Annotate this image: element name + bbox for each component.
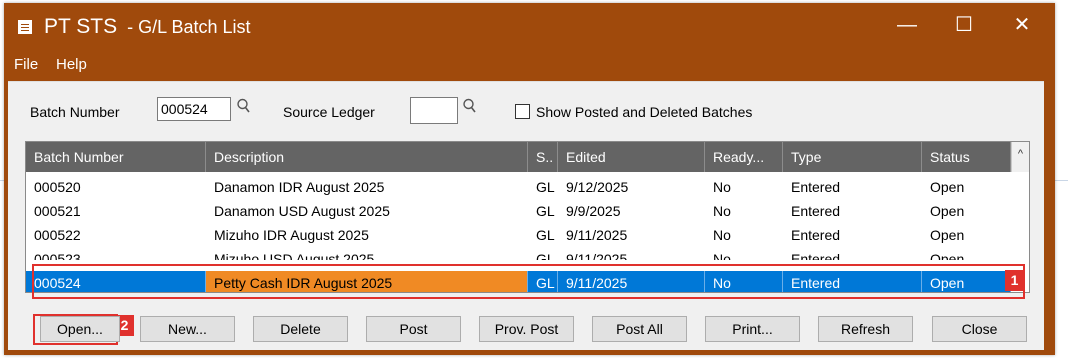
- close-button[interactable]: Close: [932, 316, 1027, 342]
- selected-row-highlight: [32, 264, 1025, 299]
- cell-status: Open: [930, 227, 965, 243]
- column-type[interactable]: Type: [783, 142, 922, 172]
- menu-help[interactable]: Help: [56, 56, 87, 73]
- column-description[interactable]: Description: [206, 142, 528, 172]
- title-bar[interactable]: PT STS - G/L Batch List — ☐ ✕: [4, 3, 1055, 47]
- cell-type: Entered: [791, 227, 841, 243]
- cell-batch-number: 000522: [34, 227, 81, 243]
- annotation-badge-1: 1: [1005, 270, 1024, 291]
- column-batch-number[interactable]: Batch Number: [26, 142, 206, 172]
- batch-number-finder-icon[interactable]: [236, 97, 252, 115]
- cell-description: Mizuho USD August 2025: [214, 251, 375, 260]
- open-button[interactable]: Open...: [40, 316, 120, 342]
- cell-edited: 9/11/2025: [566, 227, 628, 243]
- cell-ready: No: [713, 227, 731, 243]
- column-source[interactable]: S..: [528, 142, 558, 172]
- cell-description: Danamon USD August 2025: [214, 203, 390, 219]
- cell-status: Open: [930, 203, 965, 219]
- cell-type: Entered: [791, 179, 841, 195]
- cell-status: Open: [930, 179, 965, 195]
- new-button[interactable]: New...: [140, 316, 235, 342]
- cell-description: Danamon IDR August 2025: [214, 179, 385, 195]
- print-button[interactable]: Print...: [705, 316, 800, 342]
- maximize-icon[interactable]: ☐: [944, 11, 984, 39]
- close-window-icon[interactable]: ✕: [1002, 11, 1042, 39]
- cell-batch-number: 000523: [34, 251, 81, 260]
- menu-file[interactable]: File: [14, 56, 38, 73]
- cell-source: GL: [536, 179, 555, 195]
- column-edited[interactable]: Edited: [558, 142, 705, 172]
- source-ledger-field[interactable]: [410, 97, 458, 124]
- column-ready[interactable]: Ready...: [705, 142, 783, 172]
- cell-type: Entered: [791, 251, 841, 260]
- cell-source: GL: [536, 203, 555, 219]
- app-icon: [18, 20, 32, 34]
- cell-ready: No: [713, 179, 731, 195]
- cell-description: Mizuho IDR August 2025: [214, 227, 369, 243]
- cell-edited: 9/9/2025: [566, 203, 621, 219]
- cell-type: Entered: [791, 203, 841, 219]
- show-posted-checkbox[interactable]: [515, 104, 530, 119]
- cell-batch-number: 000521: [34, 203, 81, 219]
- post-all-button[interactable]: Post All: [592, 316, 687, 342]
- cell-edited: 9/12/2025: [566, 179, 629, 195]
- table-row[interactable]: 000523 Mizuho USD August 2025 GL 9/11/20…: [26, 247, 1011, 260]
- source-ledger-finder-icon[interactable]: [462, 97, 478, 115]
- delete-button[interactable]: Delete: [253, 316, 348, 342]
- window-title-text: - G/L Batch List: [127, 17, 251, 37]
- window-title: PT STS - G/L Batch List: [44, 15, 251, 39]
- prov-post-button[interactable]: Prov. Post: [479, 316, 574, 342]
- source-ledger-label: Source Ledger: [283, 104, 375, 120]
- show-posted-label: Show Posted and Deleted Batches: [536, 104, 753, 120]
- table-row[interactable]: 000522 Mizuho IDR August 2025 GL 9/11/20…: [26, 223, 1011, 247]
- cell-source: GL: [536, 251, 555, 260]
- table-row[interactable]: 000520 Danamon IDR August 2025 GL 9/12/2…: [26, 175, 1011, 199]
- batch-number-label: Batch Number: [30, 104, 120, 120]
- minimize-icon[interactable]: —: [887, 11, 927, 39]
- post-button[interactable]: Post: [366, 316, 461, 342]
- batch-number-field[interactable]: 000524: [157, 97, 231, 121]
- cell-ready: No: [713, 203, 731, 219]
- company-name: PT STS: [44, 15, 118, 38]
- scroll-up-icon[interactable]: ^: [1011, 142, 1029, 172]
- grid-header: Batch Number Description S.. Edited Read…: [26, 142, 1029, 172]
- refresh-button[interactable]: Refresh: [818, 316, 913, 342]
- column-status[interactable]: Status: [922, 142, 1011, 172]
- table-row[interactable]: 000521 Danamon USD August 2025 GL 9/9/20…: [26, 199, 1011, 223]
- cell-ready: No: [713, 251, 731, 260]
- cell-source: GL: [536, 227, 555, 243]
- cell-edited: 9/11/2025: [566, 251, 628, 260]
- cell-batch-number: 000520: [34, 179, 81, 195]
- cell-status: Open: [930, 251, 965, 260]
